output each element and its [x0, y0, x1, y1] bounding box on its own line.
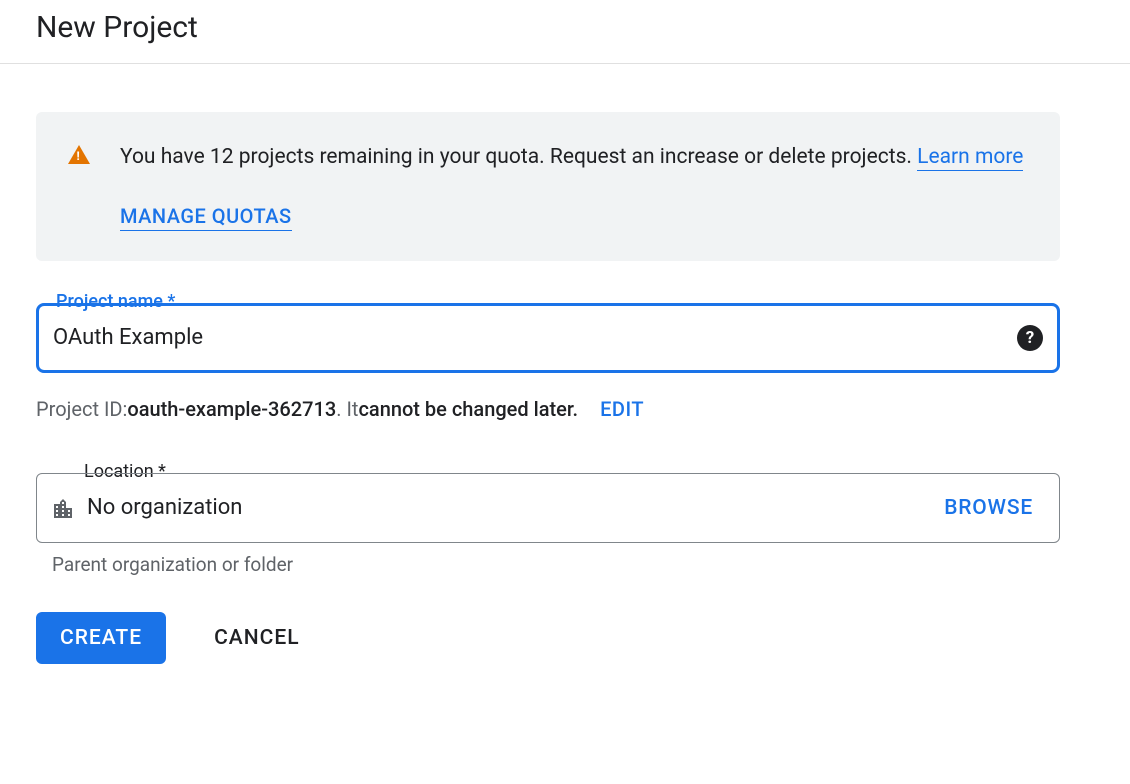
location-outline: No organization BROWSE [36, 473, 1060, 543]
project-id-suffix: . It [336, 397, 358, 421]
edit-project-id-link[interactable]: EDIT [600, 397, 644, 421]
location-value: No organization [87, 495, 920, 520]
organization-icon [51, 497, 75, 521]
create-button[interactable]: CREATE [36, 612, 166, 664]
project-id-row: Project ID: oauth-example-362713 . It ca… [36, 397, 1094, 421]
quota-banner: You have 12 projects remaining in your q… [36, 112, 1060, 261]
quota-body: You have 12 projects remaining in your q… [120, 140, 1023, 231]
manage-quotas-link[interactable]: MANAGE QUOTAS [120, 204, 292, 231]
page-title: New Project [36, 10, 1094, 45]
project-name-field: Project name * ? [36, 303, 1060, 373]
location-hint: Parent organization or folder [36, 553, 1060, 576]
help-icon[interactable]: ? [1017, 325, 1043, 351]
quota-message-block: You have 12 projects remaining in your q… [120, 140, 1023, 176]
page-header: New Project [0, 0, 1130, 64]
project-name-input[interactable] [53, 325, 1017, 350]
cancel-button[interactable]: CANCEL [214, 626, 299, 650]
browse-button[interactable]: BROWSE [932, 492, 1045, 524]
warning-icon [68, 145, 90, 164]
location-field: Location * No organization BROWSE Parent… [36, 473, 1060, 576]
project-id-prefix: Project ID: [36, 397, 127, 421]
form-content: You have 12 projects remaining in your q… [0, 64, 1130, 688]
project-id-value: oauth-example-362713 [127, 397, 336, 421]
project-id-bold-suffix: cannot be changed later. [358, 397, 578, 421]
learn-more-link[interactable]: Learn more [917, 145, 1023, 171]
button-row: CREATE CANCEL [36, 612, 1094, 664]
quota-message: You have 12 projects remaining in your q… [120, 145, 917, 169]
project-name-outline: ? [36, 303, 1060, 373]
